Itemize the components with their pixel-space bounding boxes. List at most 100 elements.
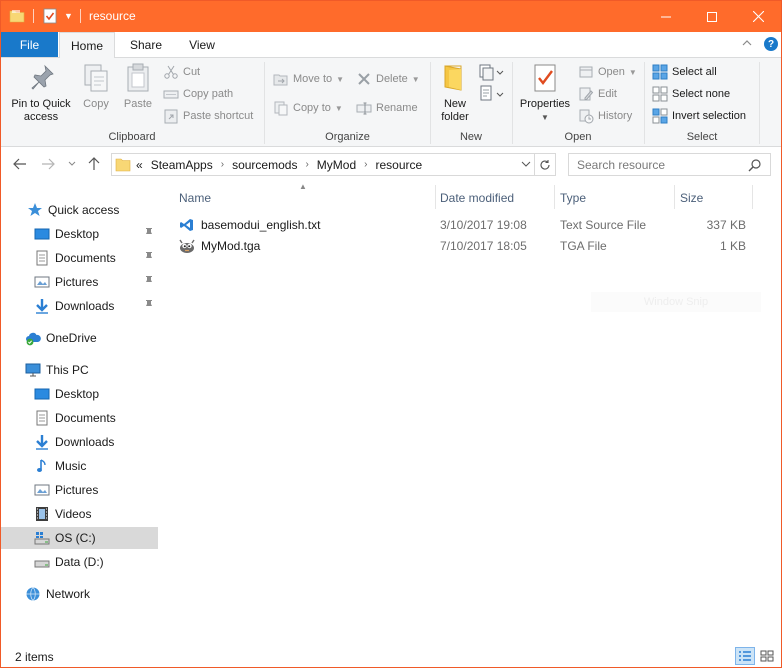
invert-selection-button[interactable]: Invert selection <box>652 106 746 126</box>
ribbon-group-separator <box>759 62 760 144</box>
nav-item-onedrive[interactable]: OneDrive <box>1 327 158 349</box>
edit-label: Edit <box>598 88 617 100</box>
open-icon <box>579 66 593 78</box>
edit-button[interactable]: Edit <box>578 84 617 104</box>
easy-access-icon[interactable] <box>479 85 505 103</box>
delete-icon <box>358 73 370 85</box>
pin-to-quick-access-button[interactable]: Pin to Quick access <box>7 62 75 124</box>
copy-path-button[interactable]: Copy path <box>163 84 233 104</box>
details-view-icon <box>739 651 751 661</box>
up-arrow-icon[interactable] <box>88 157 100 171</box>
downloads-icon <box>36 299 48 314</box>
breadcrumb-sourcemods[interactable]: sourcemods <box>232 158 297 172</box>
tab-share[interactable]: Share <box>118 32 174 57</box>
open-dropdown-icon: ▼ <box>628 67 637 77</box>
rename-button[interactable]: Rename <box>356 98 418 118</box>
nav-item-pc-documents[interactable]: Documents <box>1 407 158 429</box>
nav-item-qa-documents[interactable]: Documents <box>1 247 158 269</box>
breadcrumb-chevron-icon[interactable]: › <box>221 159 224 170</box>
tab-home[interactable]: Home <box>59 32 115 58</box>
column-header-date-modified[interactable]: Date modified <box>434 185 554 210</box>
select-all-button[interactable]: Select all <box>652 62 717 82</box>
properties-button[interactable]: Properties ▼ <box>516 62 574 124</box>
column-header-size[interactable]: Size <box>674 185 752 210</box>
title-bar: ▼ resource <box>1 1 781 32</box>
nav-item-pc-pictures[interactable]: Pictures <box>1 479 158 501</box>
breadcrumb-overflow[interactable]: « <box>136 158 143 172</box>
cut-label: Cut <box>183 66 201 78</box>
move-to-button[interactable]: Move to ▼ <box>273 69 344 89</box>
file-date-modified: 3/10/2017 19:08 <box>440 218 527 232</box>
minimize-button[interactable] <box>643 1 689 32</box>
quick-access-toolbar-dropdown-icon[interactable]: ▼ <box>64 11 73 21</box>
file-row[interactable]: MyMod.tga 7/10/2017 18:05 TGA File 1 KB <box>177 235 777 256</box>
nav-item-this-pc[interactable]: This PC <box>1 359 158 381</box>
breadcrumb-mymod[interactable]: MyMod <box>317 158 356 172</box>
maximize-button[interactable] <box>689 1 735 32</box>
copy-button[interactable]: Copy <box>79 62 113 111</box>
nav-item-pc-videos[interactable]: Videos <box>1 503 158 525</box>
pin-icon[interactable] <box>144 227 154 239</box>
search-input[interactable]: Search resource <box>568 153 771 176</box>
move-to-dropdown-icon: ▼ <box>336 74 345 84</box>
tab-file[interactable]: File <box>1 32 58 57</box>
breadcrumb-chevron-icon[interactable]: › <box>364 159 367 170</box>
copy-path-label: Copy path <box>183 88 234 100</box>
nav-item-qa-downloads[interactable]: Downloads <box>1 295 158 317</box>
copy-to-button[interactable]: Copy to ▼ <box>273 98 343 118</box>
open-button[interactable]: Open ▼ <box>578 62 637 82</box>
search-icon[interactable] <box>748 158 762 172</box>
new-folder-button[interactable]: New folder <box>435 62 475 124</box>
column-header-type[interactable]: Type <box>554 185 674 210</box>
nav-item-qa-pictures[interactable]: Pictures <box>1 271 158 293</box>
collapse-ribbon-icon[interactable] <box>741 37 753 49</box>
large-icons-view-button[interactable] <box>757 647 777 665</box>
breadcrumb-chevron-icon[interactable]: › <box>305 159 308 170</box>
file-row[interactable]: basemodui_english.txt 3/10/2017 19:08 Te… <box>177 214 777 235</box>
new-item-icon[interactable] <box>479 63 505 81</box>
select-all-label: Select all <box>672 66 717 78</box>
nav-item-pc-music[interactable]: Music <box>1 455 158 477</box>
documents-icon <box>36 250 48 266</box>
nav-label: Music <box>55 459 87 473</box>
details-view-button[interactable] <box>735 647 755 665</box>
pin-icon <box>31 64 54 90</box>
delete-button[interactable]: Delete ▼ <box>356 69 420 89</box>
nav-item-pc-desktop[interactable]: Desktop <box>1 383 158 405</box>
close-button[interactable] <box>735 1 781 32</box>
nav-item-network[interactable]: Network <box>1 583 158 605</box>
refresh-button[interactable] <box>534 154 555 175</box>
breadcrumb-resource[interactable]: resource <box>375 158 422 172</box>
column-header-name[interactable]: Name <box>173 185 435 210</box>
recent-locations-chevron-icon[interactable] <box>68 161 76 167</box>
paste-button[interactable]: Paste <box>119 62 157 111</box>
column-separator[interactable] <box>752 185 753 209</box>
copy-label: Copy <box>83 98 109 110</box>
pin-icon[interactable] <box>144 299 154 311</box>
pin-icon[interactable] <box>144 275 154 287</box>
select-none-button[interactable]: Select none <box>652 84 730 104</box>
paste-shortcut-button[interactable]: Paste shortcut <box>163 106 253 126</box>
new-folder-label-line1: New <box>443 98 466 110</box>
forward-arrow-icon[interactable] <box>41 158 55 170</box>
help-icon[interactable]: ? <box>764 37 778 51</box>
address-history-chevron-icon[interactable] <box>521 161 531 168</box>
nav-label: Network <box>46 587 91 601</box>
nav-item-quick-access[interactable]: Quick access <box>1 199 158 221</box>
select-group-label: Select <box>686 131 718 143</box>
tab-view[interactable]: View <box>175 32 229 57</box>
back-arrow-icon[interactable] <box>13 158 27 170</box>
nav-item-pc-downloads[interactable]: Downloads <box>1 431 158 453</box>
copy-to-label: Copy to <box>293 102 331 114</box>
properties-quick-icon[interactable] <box>43 8 57 24</box>
invert-selection-icon <box>652 108 668 124</box>
cut-button[interactable]: Cut <box>163 62 200 82</box>
pin-icon[interactable] <box>144 251 154 263</box>
nav-item-qa-desktop[interactable]: Desktop <box>1 223 158 245</box>
breadcrumb-steamapps[interactable]: SteamApps <box>151 158 213 172</box>
address-bar[interactable]: « SteamApps › sourcemods › MyMod › resou… <box>111 153 556 176</box>
nav-item-pc-data-d[interactable]: Data (D:) <box>1 551 158 573</box>
history-button[interactable]: History <box>578 106 632 126</box>
file-name: MyMod.tga <box>201 239 261 253</box>
nav-item-pc-os-c[interactable]: OS (C:) <box>1 527 158 549</box>
